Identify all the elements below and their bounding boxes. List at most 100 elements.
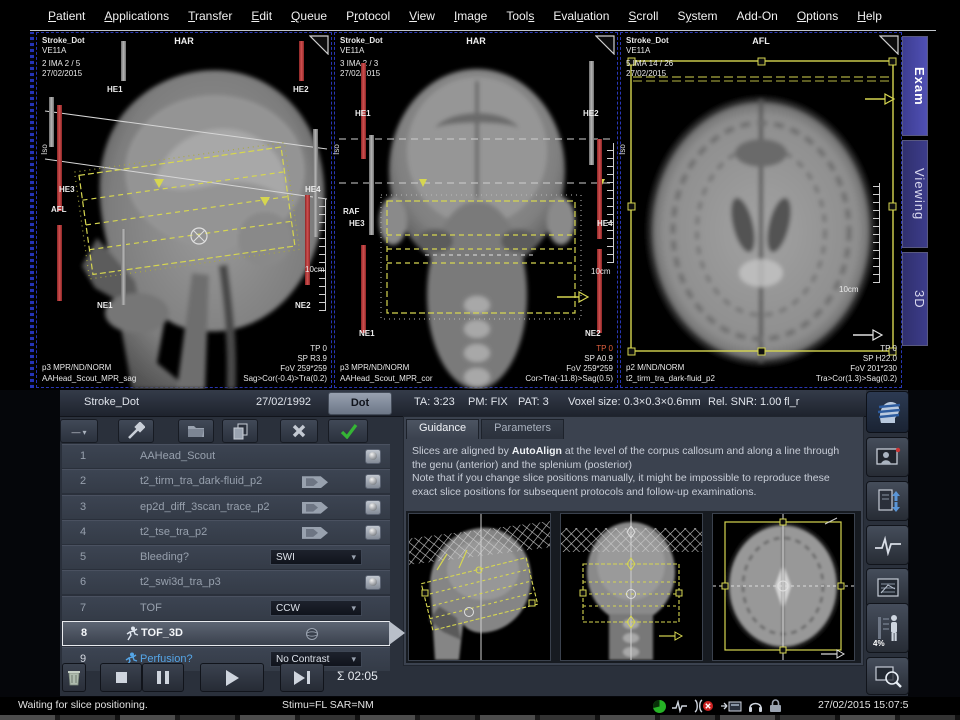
tab-viewing-label: Viewing (912, 168, 927, 220)
delete-button[interactable] (62, 663, 86, 692)
menu-item-evaluation[interactable]: Evaluation (553, 9, 609, 29)
voxel-size: Voxel size: 0.3×0.3×0.6mm (568, 396, 701, 408)
dot-engine-button[interactable]: Dot (328, 392, 392, 415)
menu-item-edit[interactable]: Edit (251, 9, 272, 29)
queue-row-4[interactable]: 4 t2_tse_tra_p2 (62, 520, 390, 544)
tab-parameters[interactable]: Parameters (481, 419, 564, 439)
queue-row-3[interactable]: 3 ep2d_diff_3scan_trace_p2 (62, 495, 390, 519)
sar-monitor-button[interactable]: 4% (866, 603, 909, 653)
queue-row-8-selected[interactable]: 8 TOF_3D (62, 621, 390, 646)
current-sequence: : fl_r (778, 396, 799, 408)
queue-name: t2_tirm_tra_dark-fluid_p2 (140, 475, 262, 487)
image-text-bottomleft: p3 MPR/ND/NORM AAHead_Scout_MPR_cor (340, 362, 433, 384)
coil-label: AFL (51, 205, 67, 214)
queue-row-1[interactable]: 1 AAHead_Scout (62, 444, 390, 468)
pause-button[interactable] (142, 663, 184, 692)
tab-3d-label: 3D (912, 290, 927, 309)
transfer-queue-button[interactable] (866, 481, 909, 521)
cancel-button[interactable] (280, 419, 318, 443)
coil-bar (57, 225, 62, 301)
menu-item-system[interactable]: System (677, 9, 717, 29)
queue-number: 4 (80, 526, 86, 538)
dropdown-value: CCW (276, 603, 300, 614)
pause-icon (157, 671, 161, 684)
apply-button[interactable] (328, 419, 368, 443)
slice-preview-strip (406, 511, 861, 663)
dash-icon (71, 422, 82, 440)
decision-dropdown[interactable]: SWI (270, 549, 362, 565)
queue-row-2[interactable]: 2 t2_tirm_tra_dark-fluid_p2 (62, 469, 390, 493)
physio-status-icon (672, 700, 687, 713)
cancel-x-icon (291, 423, 307, 439)
coil-bar (597, 249, 602, 333)
headset-icon (748, 699, 763, 713)
stop-button[interactable] (100, 663, 142, 692)
menu-item-queue[interactable]: Queue (291, 9, 327, 29)
menu-item-image[interactable]: Image (454, 9, 487, 29)
resize-corner-icon[interactable] (595, 35, 615, 55)
viewport-sagittal[interactable]: Stroke_Dot VE11A 2 IMA 2 / 5 27/02/2015 … (36, 32, 332, 388)
tab-exam[interactable]: Exam (902, 36, 928, 136)
skip-button[interactable] (280, 663, 324, 692)
queue-row-7[interactable]: 7 TOF CCW (62, 596, 390, 620)
menu-item-patient[interactable]: Patient (48, 9, 85, 29)
status-message: Waiting for slice positioning. (18, 699, 148, 711)
resize-corner-icon[interactable] (879, 35, 899, 55)
axial-flair-image (621, 33, 903, 389)
magnifier-image-icon (874, 663, 902, 689)
position-mode: PM: FIX (468, 396, 508, 408)
wait-badge-icon (302, 476, 328, 488)
coil-label: NE1 (359, 329, 375, 338)
stimulation-status: Stimu=FL SAR=NM (282, 699, 374, 711)
resize-corner-icon[interactable] (309, 35, 329, 55)
menu-item-tools[interactable]: Tools (506, 9, 534, 29)
wait-badge-icon (302, 502, 328, 514)
preview-axial[interactable] (712, 513, 855, 661)
queue-mode-combo[interactable] (60, 419, 98, 443)
viewport-coronal[interactable]: Stroke_Dot VE11A 3 IMA 2 / 3 27/02/2015 … (334, 32, 618, 388)
tab-viewing[interactable]: Viewing (902, 140, 928, 248)
protocol-card-button[interactable] (866, 568, 909, 608)
iso-label: Iso (40, 144, 49, 155)
pause-icon (165, 671, 169, 684)
coil-label: NE1 (97, 301, 113, 310)
waveform-icon (874, 534, 902, 556)
preview-sagittal[interactable] (408, 513, 551, 661)
autoalign-head-button[interactable] (866, 391, 909, 433)
tab-guidance[interactable]: Guidance (406, 419, 479, 439)
menu-item-protocol[interactable]: Protocol (346, 9, 390, 29)
menu-item-view[interactable]: View (409, 9, 435, 29)
queue-row-5[interactable]: 5 Bleeding? SWI (62, 545, 390, 569)
orientation-label: HAR (335, 36, 617, 46)
tab-3d[interactable]: 3D (902, 252, 928, 346)
coil-label: HE2 (583, 109, 599, 118)
viewport-axial[interactable]: Stroke_Dot VE11A 5 IMA 14 / 26 27/02/201… (620, 32, 902, 388)
display-person-icon (875, 445, 901, 469)
coil-label: NE2 (585, 329, 601, 338)
menu-item-help[interactable]: Help (857, 9, 882, 29)
transfer-arrows-icon (875, 488, 901, 514)
preview-coronal[interactable] (560, 513, 703, 661)
menu-item-options[interactable]: Options (797, 9, 838, 29)
contrast-injector-button[interactable] (118, 419, 154, 443)
copy-reference-button[interactable] (222, 419, 258, 443)
menu-item-add-on[interactable]: Add-On (736, 9, 777, 29)
menu-item-applications[interactable]: Applications (104, 9, 169, 29)
decision-dropdown[interactable]: CCW (270, 600, 362, 616)
menu-item-scroll[interactable]: Scroll (628, 9, 658, 29)
queue-name: TOF (140, 602, 162, 614)
table-move-icon (721, 700, 743, 713)
start-button[interactable] (200, 663, 264, 692)
dropdown-value: SWI (276, 552, 295, 563)
physio-button[interactable] (866, 525, 909, 565)
image-zoom-button[interactable] (866, 657, 909, 695)
menu-item-transfer[interactable]: Transfer (188, 9, 232, 29)
syngo-mr-application: Patient Applications Transfer Edit Queue Prot… (0, 0, 960, 720)
open-protocol-button[interactable] (178, 419, 214, 443)
image-display-button[interactable] (866, 437, 909, 477)
scale-ruler (873, 183, 880, 283)
queue-row-6[interactable]: 6 t2_swi3d_tra_p3 (62, 570, 390, 594)
syringe-icon (127, 422, 145, 440)
coil-label: HE1 (107, 85, 123, 94)
queue-number: 1 (80, 450, 86, 462)
